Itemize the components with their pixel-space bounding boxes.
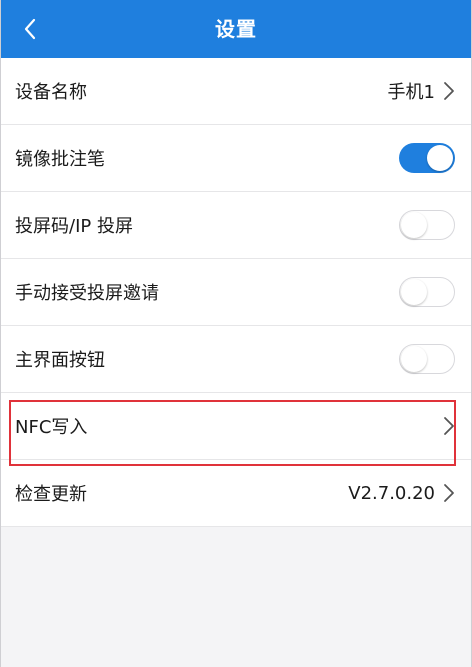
setting-label: 投屏码/IP 投屏 [15,216,133,237]
chevron-right-icon [441,482,457,504]
setting-label: 检查更新 [15,484,87,505]
setting-label: 镜像批注笔 [15,149,105,170]
toggle-knob [401,211,427,238]
setting-nfc-write[interactable]: NFC写入 [1,393,471,460]
setting-value: 手机1 [387,82,435,103]
main-ui-button-toggle[interactable] [399,344,455,374]
setting-label: 设备名称 [15,82,87,103]
setting-code-ip-projection: 投屏码/IP 投屏 [1,192,471,259]
setting-device-name[interactable]: 设备名称 手机1 [1,58,471,125]
toggle-knob [401,278,427,305]
settings-screen: 设置 设备名称 手机1 镜像批注笔 投屏码/IP 投屏 手动接受投屏邀请 主界面… [0,0,472,667]
toggle-knob [401,345,427,372]
manual-accept-invite-toggle[interactable] [399,277,455,307]
mirror-annotation-pen-toggle[interactable] [399,143,455,173]
page-title: 设置 [215,17,257,41]
setting-check-update[interactable]: 检查更新 V2.7.0.20 [1,460,471,527]
setting-label: NFC写入 [15,417,88,438]
chevron-right-icon [441,415,457,437]
setting-main-ui-button: 主界面按钮 [1,326,471,393]
setting-manual-accept-invite: 手动接受投屏邀请 [1,259,471,326]
settings-list: 设备名称 手机1 镜像批注笔 投屏码/IP 投屏 手动接受投屏邀请 主界面按钮 … [1,58,471,527]
setting-label: 手动接受投屏邀请 [15,283,159,304]
setting-mirror-annotation-pen: 镜像批注笔 [1,125,471,192]
setting-label: 主界面按钮 [15,350,105,371]
nav-bar: 设置 [1,0,471,58]
code-ip-projection-toggle[interactable] [399,210,455,240]
chevron-right-icon [441,80,457,102]
version-value: V2.7.0.20 [348,482,435,504]
toggle-knob [427,145,453,171]
